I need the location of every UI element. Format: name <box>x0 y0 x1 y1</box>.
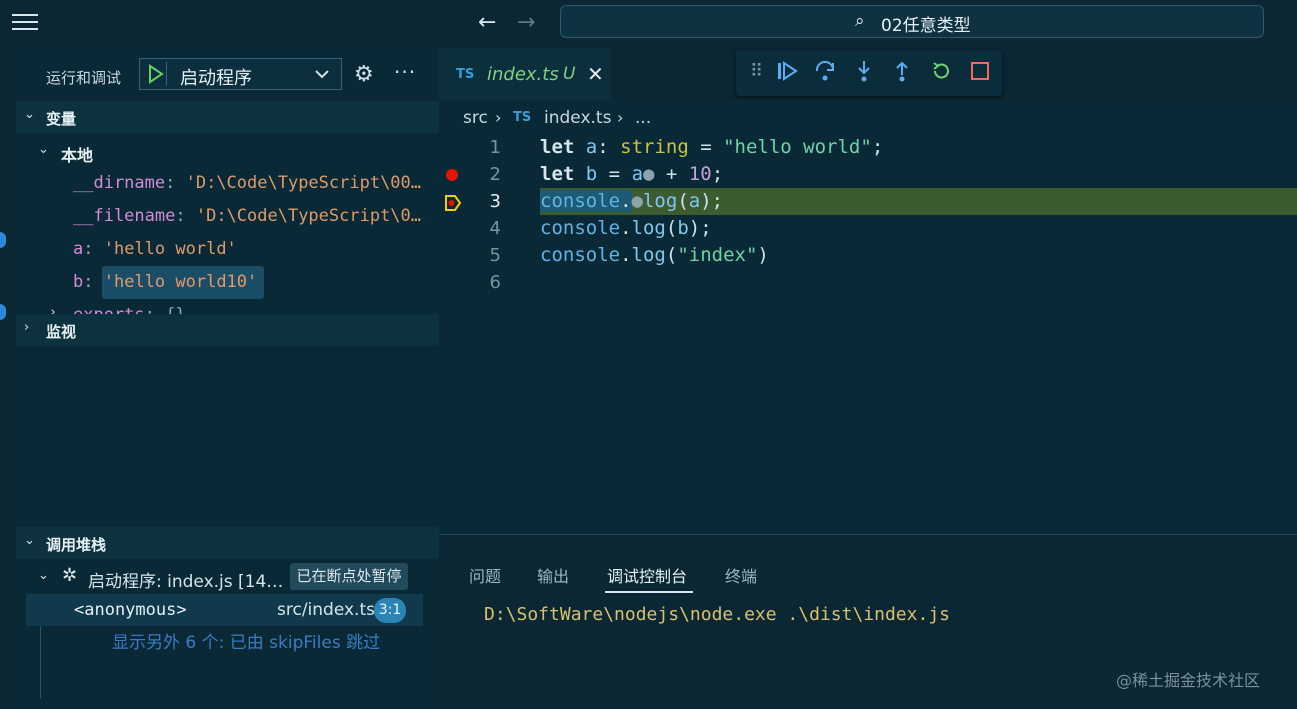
line-number: 1 <box>489 137 501 158</box>
tab-debug-console[interactable]: 调试控制台 <box>607 563 687 587</box>
code-editor[interactable]: 1 2 3 4 5 6 let a: string = "hello world… <box>439 136 1297 534</box>
hamburger-menu-icon[interactable] <box>12 14 38 34</box>
breadcrumb-symbol[interactable]: ... <box>635 108 651 128</box>
title-bar: ← → ⌕ 02任意类型 <box>0 0 1297 48</box>
tab-index-ts[interactable]: TS index.ts U ✕ <box>439 48 611 100</box>
paused-status-badge: 已在断点处暂停 <box>290 563 408 590</box>
stop-icon[interactable] <box>969 59 991 89</box>
variable-value: 'hello world' <box>103 239 237 259</box>
variable-name: __dirname <box>73 173 166 193</box>
breadcrumb-file[interactable]: index.ts <box>544 108 611 128</box>
code-line-3: console.●log(a); <box>540 190 724 212</box>
variables-section-header[interactable]: ⌄ 变量 <box>16 101 439 133</box>
drag-handle-icon[interactable]: ⠿ <box>750 61 763 82</box>
sidebar-title: 运行和调试 <box>46 69 122 87</box>
tab-problems[interactable]: 问题 <box>469 563 501 587</box>
activity-bar <box>0 48 16 709</box>
restart-icon[interactable] <box>930 59 952 89</box>
variable-row[interactable]: __dirname: 'D:\Code\TypeScript\00… <box>16 168 439 201</box>
watch-section-label: 监视 <box>46 323 77 341</box>
watermark: @稀土掘金技术社区 <box>1116 671 1261 690</box>
breakpoint-icon[interactable] <box>446 169 458 181</box>
tab-filename: index.ts <box>487 64 559 85</box>
show-skipped-frames-link[interactable]: 显示另外 6 个: 已由 skipFiles 跳过 <box>112 628 380 653</box>
search-icon: ⌕ <box>855 11 865 31</box>
close-icon[interactable]: ✕ <box>587 62 604 86</box>
active-tab-indicator <box>605 591 693 593</box>
step-into-icon[interactable] <box>853 59 875 89</box>
variable-value: {} <box>165 305 185 314</box>
stack-frame-position-badge: 3:1 <box>374 598 406 623</box>
line-number: 6 <box>489 272 501 293</box>
sidebar-header: 运行和调试 启动程序 ⚙ ··· <box>16 48 439 100</box>
line-number: 4 <box>489 218 501 239</box>
variable-name: b <box>73 272 84 292</box>
chevron-right-icon: › <box>24 320 30 335</box>
chevron-right-icon: › <box>617 108 624 127</box>
search-text[interactable]: 02任意类型 <box>881 11 971 36</box>
code-line-1: let a: string = "hello world"; <box>540 136 884 158</box>
chevron-down-icon: ⌄ <box>24 533 35 548</box>
bottom-panel: 问题 输出 调试控制台 终端 D:\SoftWare\nodejs\node.e… <box>439 534 1297 709</box>
callstack-section-header[interactable]: ⌄ 调用堆栈 <box>16 527 439 559</box>
variable-row[interactable]: __filename: 'D:\Code\TypeScript\0… <box>16 201 439 234</box>
breadcrumb-folder[interactable]: src <box>463 108 488 128</box>
line-number: 5 <box>489 245 501 266</box>
variable-row[interactable]: b: 'hello world10' <box>16 267 439 300</box>
variable-row[interactable]: › exports: {} <box>16 300 439 314</box>
bug-icon: ✲ <box>62 565 78 586</box>
untracked-status: U <box>563 64 576 84</box>
launch-config-label: 启动程序 <box>180 68 252 89</box>
more-actions-icon[interactable]: ··· <box>394 60 416 84</box>
breadcrumb: src › TS index.ts › ... <box>439 100 1297 136</box>
tab-terminal[interactable]: 终端 <box>725 563 757 587</box>
chevron-down-icon: ⌄ <box>38 142 49 157</box>
code-line-5: console.log("index") <box>540 244 769 266</box>
forward-arrow-icon[interactable]: → <box>517 10 535 35</box>
variables-section-label: 变量 <box>46 110 77 128</box>
variable-row[interactable]: a: 'hello world' <box>16 234 439 267</box>
chevron-down-icon: ⌄ <box>24 107 35 122</box>
variable-value: 'D:\Code\TypeScript\0… <box>195 206 422 226</box>
paused-breakpoint-icon[interactable] <box>444 194 462 216</box>
continue-icon[interactable] <box>776 59 798 89</box>
debug-toolbar: ⠿ <box>736 50 1002 96</box>
variable-name: exports <box>73 305 145 314</box>
back-arrow-icon[interactable]: ← <box>478 10 496 35</box>
activity-badge-icon[interactable] <box>0 232 6 248</box>
chevron-down-icon: ⌄ <box>38 568 49 583</box>
debug-console-output: D:\SoftWare\nodejs\node.exe .\dist\index… <box>484 604 950 625</box>
activity-badge-icon[interactable] <box>0 304 6 320</box>
chevron-right-icon: › <box>49 305 57 314</box>
inline-breakpoint-dot-icon[interactable]: ● <box>643 163 654 185</box>
typescript-file-icon: TS <box>456 67 475 82</box>
stack-frame-file: src/index.ts <box>277 600 375 620</box>
gear-icon[interactable]: ⚙ <box>354 62 374 87</box>
locals-scope[interactable]: ⌄ 本地 <box>16 135 439 168</box>
variable-name: __filename <box>73 206 176 226</box>
code-line-2: let b = a● + 10; <box>540 163 724 185</box>
typescript-file-icon: TS <box>513 110 532 125</box>
start-debugging-play-icon[interactable] <box>144 62 167 86</box>
chevron-right-icon: › <box>495 108 502 127</box>
chevron-down-icon[interactable] <box>313 63 331 89</box>
step-out-icon[interactable] <box>891 59 913 89</box>
inline-breakpoint-dot-icon[interactable]: ● <box>632 190 643 212</box>
tab-output[interactable]: 输出 <box>537 563 569 587</box>
stack-frame-name: <anonymous> <box>74 600 187 620</box>
code-line-4: console.log(b); <box>540 217 712 239</box>
variable-name: a <box>73 239 84 259</box>
locals-scope-label: 本地 <box>61 146 94 165</box>
variable-value: 'D:\Code\TypeScript\00… <box>185 173 422 193</box>
callstack-section-label: 调用堆栈 <box>46 536 107 554</box>
watch-section-header[interactable]: › 监视 <box>16 314 439 346</box>
debug-session-label: 启动程序: index.js [14… <box>88 572 284 592</box>
variable-value: 'hello world10' <box>103 272 258 292</box>
step-over-icon[interactable] <box>814 59 836 89</box>
launch-config-dropdown[interactable]: 启动程序 <box>139 58 342 90</box>
